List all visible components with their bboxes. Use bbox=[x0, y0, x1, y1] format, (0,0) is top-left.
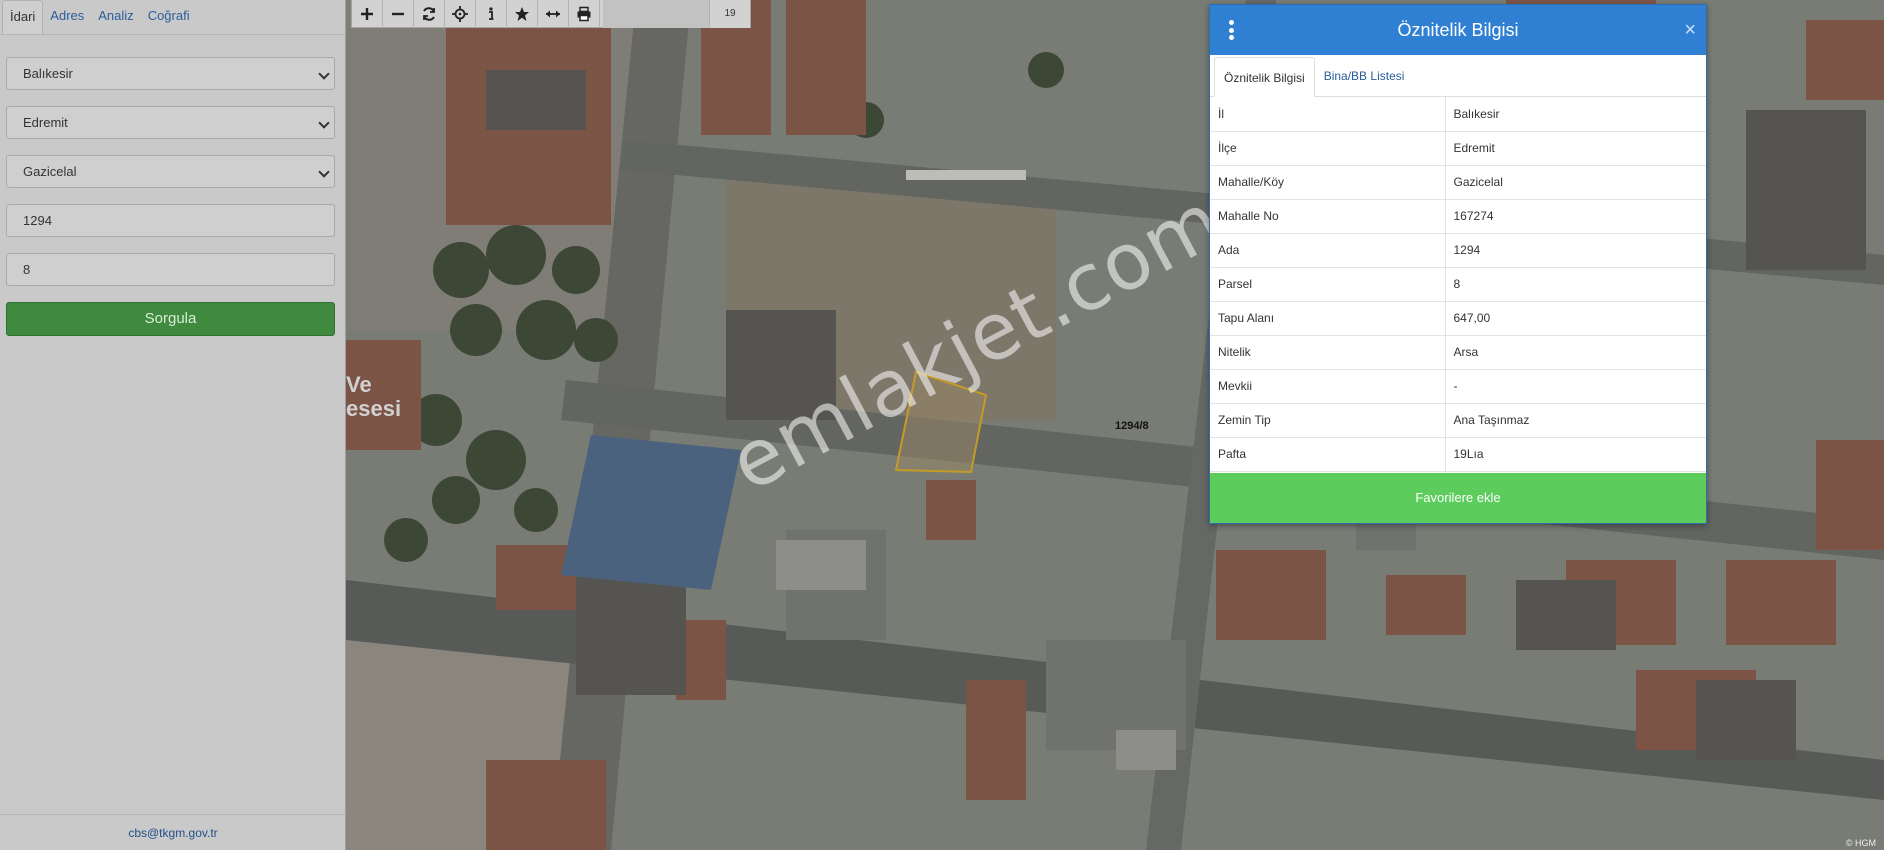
chevron-down-icon bbox=[318, 166, 330, 178]
row-key: Mahalle No bbox=[1210, 199, 1446, 234]
row-value: Balıkesir bbox=[1445, 97, 1706, 132]
tab-adres[interactable]: Adres bbox=[43, 0, 91, 34]
province-value: Balıkesir bbox=[23, 66, 73, 81]
row-key: Nitelik bbox=[1210, 335, 1446, 370]
plus-icon bbox=[361, 8, 373, 20]
block-input[interactable]: 1294 bbox=[6, 204, 335, 237]
row-value: 19Lıa bbox=[1445, 437, 1706, 472]
kebab-menu-icon[interactable] bbox=[1228, 20, 1234, 40]
row-value: 167274 bbox=[1445, 199, 1706, 234]
map-attribution: © HGM bbox=[1845, 838, 1876, 848]
star-icon bbox=[515, 7, 529, 21]
favorites-button[interactable] bbox=[507, 0, 538, 28]
row-key: İl bbox=[1210, 97, 1446, 132]
row-value: Gazicelal bbox=[1445, 165, 1706, 200]
chevron-down-icon bbox=[318, 68, 330, 80]
table-row: Mahalle/Köy Gazicelal bbox=[1210, 165, 1706, 200]
query-tabs: İdari Adres Analiz Coğrafi bbox=[0, 0, 345, 35]
tab-attribute-info[interactable]: Öznitelik Bilgisi bbox=[1214, 57, 1315, 97]
zoom-in-button[interactable] bbox=[352, 0, 383, 28]
row-key: Pafta bbox=[1210, 437, 1446, 472]
row-value: Ana Taşınmaz bbox=[1445, 403, 1706, 438]
table-row: Ada 1294 bbox=[1210, 233, 1706, 268]
coordinate-display bbox=[603, 0, 710, 28]
table-row: Zemin Tip Ana Taşınmaz bbox=[1210, 403, 1706, 438]
neighborhood-select[interactable]: Gazicelal bbox=[6, 155, 335, 188]
table-row: İlçe Edremit bbox=[1210, 131, 1706, 166]
tab-analiz[interactable]: Analiz bbox=[91, 0, 140, 34]
row-key: Tapu Alanı bbox=[1210, 301, 1446, 336]
district-select[interactable]: Edremit bbox=[6, 106, 335, 139]
parcel-input[interactable]: 8 bbox=[6, 253, 335, 286]
row-value: Arsa bbox=[1445, 335, 1706, 370]
attribute-panel-header: Öznitelik Bilgisi × bbox=[1210, 5, 1706, 55]
zoom-out-button[interactable] bbox=[383, 0, 414, 28]
refresh-button[interactable] bbox=[414, 0, 445, 28]
contact-email-link[interactable]: cbs@tkgm.gov.tr bbox=[0, 814, 346, 850]
row-key: Mahalle/Köy bbox=[1210, 165, 1446, 200]
table-row: Mahalle No 167274 bbox=[1210, 199, 1706, 234]
row-value: 1294 bbox=[1445, 233, 1706, 268]
parcel-label[interactable]: 1294/8 bbox=[1115, 420, 1149, 432]
table-row: Mevkii - bbox=[1210, 369, 1706, 404]
chevron-down-icon bbox=[318, 117, 330, 129]
attribute-tabs: Öznitelik Bilgisi Bina/BB Listesi bbox=[1210, 55, 1706, 97]
attribute-panel-title: Öznitelik Bilgisi bbox=[1397, 20, 1519, 40]
query-button[interactable]: Sorgula bbox=[6, 302, 335, 336]
table-row: Nitelik Arsa bbox=[1210, 335, 1706, 370]
info-icon bbox=[489, 7, 494, 20]
zoom-level-indicator: 19 bbox=[710, 0, 750, 28]
row-value: Edremit bbox=[1445, 131, 1706, 166]
info-button[interactable] bbox=[476, 0, 507, 28]
table-row: Parsel 8 bbox=[1210, 267, 1706, 302]
refresh-icon bbox=[423, 7, 435, 21]
query-sidebar: İdari Adres Analiz Coğrafi Balıkesir Edr… bbox=[0, 0, 346, 850]
add-to-favorites-button[interactable]: Favorilere ekle bbox=[1210, 473, 1706, 523]
print-button[interactable] bbox=[569, 0, 600, 28]
tab-cografi[interactable]: Coğrafi bbox=[141, 0, 197, 34]
row-key: Zemin Tip bbox=[1210, 403, 1446, 438]
arrows-horizontal-icon bbox=[546, 10, 560, 18]
district-value: Edremit bbox=[23, 115, 68, 130]
attribute-info-panel: Öznitelik Bilgisi × Öznitelik Bilgisi Bi… bbox=[1209, 4, 1707, 524]
row-key: Ada bbox=[1210, 233, 1446, 268]
locate-button[interactable] bbox=[445, 0, 476, 28]
row-value: - bbox=[1445, 369, 1706, 404]
row-value: 647,00 bbox=[1445, 301, 1706, 336]
row-key: Mevkii bbox=[1210, 369, 1446, 404]
row-value: 8 bbox=[1445, 267, 1706, 302]
row-key: İlçe bbox=[1210, 131, 1446, 166]
building-label-1: Ve bbox=[346, 372, 372, 397]
table-row: Tapu Alanı 647,00 bbox=[1210, 301, 1706, 336]
neighborhood-value: Gazicelal bbox=[23, 164, 77, 179]
measure-button[interactable] bbox=[538, 0, 569, 28]
table-row: Pafta 19Lıa bbox=[1210, 437, 1706, 472]
tab-building-list[interactable]: Bina/BB Listesi bbox=[1315, 56, 1414, 96]
print-icon bbox=[577, 6, 591, 22]
attribute-table: İl Balıkesir İlçe Edremit Mahalle/Köy Gazic… bbox=[1210, 97, 1706, 472]
tab-idari[interactable]: İdari bbox=[2, 0, 44, 34]
close-icon[interactable]: × bbox=[1684, 5, 1696, 55]
crosshair-icon bbox=[452, 6, 468, 22]
building-label-2: esesi bbox=[346, 396, 401, 421]
map-toolbar: 19 bbox=[351, 0, 751, 28]
table-row: İl Balıkesir bbox=[1210, 97, 1706, 132]
minus-icon bbox=[392, 12, 404, 16]
row-key: Parsel bbox=[1210, 267, 1446, 302]
province-select[interactable]: Balıkesir bbox=[6, 57, 335, 90]
